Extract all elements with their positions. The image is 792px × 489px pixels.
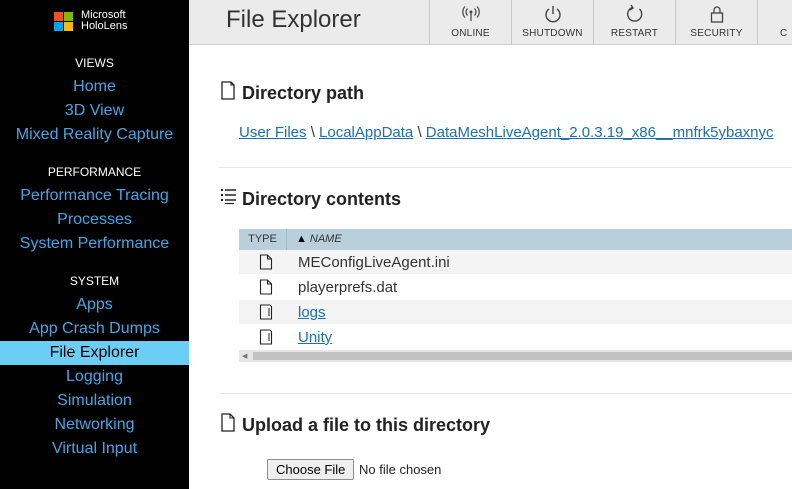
table-row[interactable]: MEConfigLiveAgent.ini	[239, 250, 792, 275]
logo-square-blue	[54, 22, 63, 31]
sidebar-item-file-explorer[interactable]: File Explorer	[0, 341, 189, 365]
sidebar-item-virtual-input[interactable]: Virtual Input	[0, 437, 189, 461]
list-icon	[221, 189, 236, 205]
online-label: ONLINE	[451, 28, 490, 39]
breadcrumb-datamesh-folder[interactable]: DataMeshLiveAgent_2.0.3.19_x86__mnfrk5yb…	[426, 124, 774, 141]
page-title: File Explorer	[226, 6, 361, 33]
column-header-name-label: NAME	[309, 233, 342, 245]
sort-ascending-icon: ▲	[296, 233, 307, 245]
table-header: TYPE ▲ NAME	[239, 229, 792, 250]
sidebar-heading-system: SYSTEM	[69, 274, 120, 288]
breadcrumb-separator: \	[310, 124, 315, 141]
choose-file-button[interactable]: Choose File	[267, 459, 355, 480]
logo-square-red	[54, 12, 63, 21]
microsoft-hololens-logo: Microsoft HoloLens	[54, 10, 134, 34]
table-row[interactable]: logs	[239, 300, 792, 325]
sidebar-item-system-performance[interactable]: System Performance	[0, 232, 189, 256]
sidebar: Microsoft HoloLens VIEWS Home 3D View Mi…	[0, 0, 189, 489]
logo-text-line2: HoloLens	[81, 20, 128, 32]
table-row[interactable]: Unity	[239, 325, 792, 350]
file-name: MEConfigLiveAgent.ini	[298, 254, 450, 271]
breadcrumb-separator: \	[417, 124, 422, 141]
online-button[interactable]: ONLINE	[429, 0, 511, 45]
column-header-name[interactable]: ▲ NAME	[288, 229, 342, 250]
horizontal-scrollbar[interactable]: ◀	[239, 350, 792, 362]
wifi-antenna-icon	[462, 6, 480, 21]
directory-contents-heading: Directory contents	[242, 189, 402, 209]
divider	[219, 167, 792, 168]
logo-square-green	[64, 12, 73, 21]
sidebar-heading-performance: PERFORMANCE	[47, 165, 142, 179]
sidebar-item-apps[interactable]: Apps	[0, 293, 189, 317]
breadcrumb-localappdata[interactable]: LocalAppData	[319, 124, 413, 141]
sidebar-item-networking[interactable]: Networking	[0, 413, 189, 437]
file-name: playerprefs.dat	[298, 279, 398, 296]
main-content: Directory path User Files \ LocalAppData…	[189, 46, 792, 489]
file-icon	[259, 254, 273, 270]
breadcrumb-user-files[interactable]: User Files	[239, 124, 307, 141]
security-label: SECURITY	[690, 28, 743, 39]
sidebar-item-app-crash-dumps[interactable]: App Crash Dumps	[0, 317, 189, 341]
shutdown-button[interactable]: SHUTDOWN	[511, 0, 593, 45]
top-header: File Explorer ONLINE SHUTDOWN RESTART SE…	[189, 0, 792, 45]
sidebar-item-mixed-reality-capture[interactable]: Mixed Reality Capture	[0, 123, 189, 147]
folder-link-unity[interactable]: Unity	[298, 329, 332, 346]
lock-icon	[710, 6, 724, 23]
upload-heading: Upload a file to this directory	[242, 415, 491, 435]
directory-path-heading: Directory path	[242, 83, 365, 103]
restart-button[interactable]: RESTART	[593, 0, 675, 45]
column-header-type[interactable]: TYPE	[239, 229, 287, 250]
truncated-header-button[interactable]: C	[757, 0, 792, 45]
shutdown-label: SHUTDOWN	[522, 28, 583, 39]
file-status-text: No file chosen	[359, 462, 442, 477]
sidebar-item-processes[interactable]: Processes	[0, 208, 189, 232]
sidebar-heading-views: VIEWS	[75, 56, 114, 70]
sidebar-item-performance-tracing[interactable]: Performance Tracing	[0, 184, 189, 208]
security-button[interactable]: SECURITY	[675, 0, 757, 45]
scroll-left-icon[interactable]: ◀	[242, 352, 247, 360]
restart-label: RESTART	[610, 28, 659, 39]
sidebar-item-3d-view[interactable]: 3D View	[0, 99, 189, 123]
table-row[interactable]: playerprefs.dat	[239, 275, 792, 300]
truncated-header-label: C	[780, 28, 788, 39]
scrollbar-thumb[interactable]	[253, 352, 792, 360]
breadcrumb: User Files \ LocalAppData \ DataMeshLive…	[239, 124, 774, 141]
upload-file-icon	[221, 413, 235, 432]
folder-icon	[259, 304, 273, 320]
folder-link-logs[interactable]: logs	[298, 304, 326, 321]
power-icon	[545, 6, 561, 23]
folder-icon	[259, 329, 273, 345]
divider	[219, 393, 792, 394]
sidebar-item-simulation[interactable]: Simulation	[0, 389, 189, 413]
logo-square-yellow	[64, 22, 73, 31]
file-icon	[259, 279, 273, 295]
table-body: MEConfigLiveAgent.ini playerprefs.dat lo…	[239, 250, 792, 350]
document-icon	[221, 81, 235, 100]
restart-icon	[626, 4, 643, 22]
file-table: TYPE ▲ NAME MEConfigLiveAgent.ini playerp…	[239, 229, 792, 362]
sidebar-item-home[interactable]: Home	[0, 75, 189, 99]
sidebar-item-logging[interactable]: Logging	[0, 365, 189, 389]
